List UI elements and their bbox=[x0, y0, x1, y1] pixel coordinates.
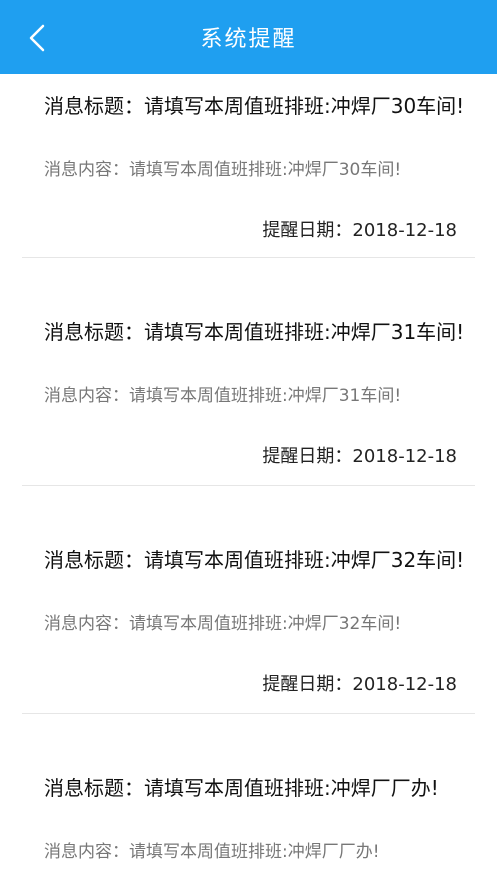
message-content-label: 消息内容： bbox=[44, 842, 129, 862]
message-title-label: 消息标题： bbox=[44, 776, 144, 800]
message-item-2[interactable]: 消息标题：请填写本周值班排班:冲焊厂31车间! 消息内容：请填写本周值班排班:冲… bbox=[0, 258, 497, 486]
message-list: 消息标题：请填写本周值班排班:冲焊厂30车间! 消息内容：请填写本周值班排班:冲… bbox=[0, 74, 497, 883]
top-bar: 系统提醒 bbox=[0, 0, 497, 74]
message-date-label: 提醒日期： bbox=[262, 220, 353, 241]
message-title-text: 请填写本周值班排班:冲焊厂31车间! bbox=[144, 320, 465, 344]
message-content: 消息内容：请填写本周值班排班:冲焊厂厂办! bbox=[44, 840, 475, 864]
message-content-text: 请填写本周值班排班:冲焊厂31车间! bbox=[129, 386, 402, 406]
message-item-1[interactable]: 消息标题：请填写本周值班排班:冲焊厂30车间! 消息内容：请填写本周值班排班:冲… bbox=[0, 74, 497, 258]
message-content-text: 请填写本周值班排班:冲焊厂厂办! bbox=[129, 842, 380, 862]
page-title: 系统提醒 bbox=[200, 27, 297, 52]
message-date: 提醒日期：2018-12-18 bbox=[262, 216, 457, 242]
message-date-value: 2018-12-18 bbox=[352, 220, 457, 241]
message-title-text: 请填写本周值班排班:冲焊厂32车间! bbox=[144, 548, 465, 572]
message-date-value: 2018-12-18 bbox=[352, 446, 457, 467]
message-item-3[interactable]: 消息标题：请填写本周值班排班:冲焊厂32车间! 消息内容：请填写本周值班排班:冲… bbox=[0, 486, 497, 714]
message-content-text: 请填写本周值班排班:冲焊厂30车间! bbox=[129, 160, 402, 180]
message-content: 消息内容：请填写本周值班排班:冲焊厂30车间! bbox=[44, 158, 475, 182]
message-title: 消息标题：请填写本周值班排班:冲焊厂30车间! bbox=[44, 88, 475, 124]
message-title-text: 请填写本周值班排班:冲焊厂30车间! bbox=[144, 94, 465, 118]
message-content-label: 消息内容： bbox=[44, 160, 129, 180]
message-item-4[interactable]: 消息标题：请填写本周值班排班:冲焊厂厂办! 消息内容：请填写本周值班排班:冲焊厂… bbox=[0, 714, 497, 883]
message-content-label: 消息内容： bbox=[44, 386, 129, 406]
message-date-value: 2018-12-18 bbox=[352, 674, 457, 695]
message-title: 消息标题：请填写本周值班排班:冲焊厂31车间! bbox=[44, 314, 475, 350]
message-title-label: 消息标题： bbox=[44, 548, 144, 572]
message-content-label: 消息内容： bbox=[44, 614, 129, 634]
message-content-text: 请填写本周值班排班:冲焊厂32车间! bbox=[129, 614, 402, 634]
message-title-label: 消息标题： bbox=[44, 320, 144, 344]
message-date: 提醒日期：2018-12-18 bbox=[262, 670, 457, 696]
message-title-text: 请填写本周值班排班:冲焊厂厂办! bbox=[144, 776, 439, 800]
message-date: 提醒日期：2018-12-18 bbox=[262, 442, 457, 468]
message-date-label: 提醒日期： bbox=[262, 446, 353, 467]
message-content: 消息内容：请填写本周值班排班:冲焊厂31车间! bbox=[44, 384, 475, 408]
message-content: 消息内容：请填写本周值班排班:冲焊厂32车间! bbox=[44, 612, 475, 636]
message-title: 消息标题：请填写本周值班排班:冲焊厂厂办! bbox=[44, 770, 475, 806]
message-title-label: 消息标题： bbox=[44, 94, 144, 118]
message-date-label: 提醒日期： bbox=[262, 674, 353, 695]
message-title: 消息标题：请填写本周值班排班:冲焊厂32车间! bbox=[44, 542, 475, 578]
